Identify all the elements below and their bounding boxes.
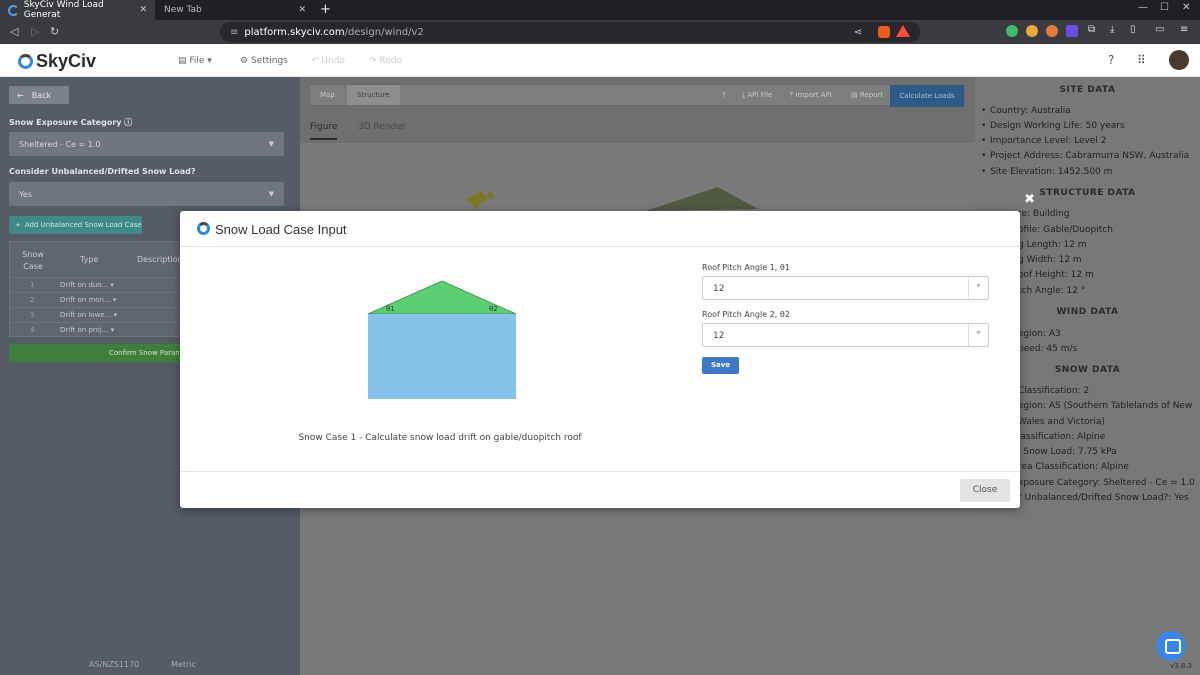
browser-tab-active[interactable]: SkyCiv Wind Load Generat ✕ [0, 0, 155, 20]
extension-a-icon[interactable] [1066, 25, 1078, 37]
tab-title: SkyCiv Wind Load Generat [23, 0, 104, 20]
skyciv-logo[interactable]: SkyCiv [18, 51, 96, 72]
back-icon[interactable]: ◁ [10, 25, 18, 38]
chat-support-icon[interactable] [1156, 631, 1186, 661]
wall-shape [368, 314, 516, 399]
modal-header: Snow Load Case Input [180, 211, 1020, 247]
angle2-value: 12 [713, 331, 725, 341]
apps-grid-icon[interactable]: ⠿ [1137, 53, 1146, 67]
settings-menu[interactable]: ⚙ Settings [240, 56, 288, 66]
angle1-input[interactable]: 12 ° [702, 276, 989, 300]
close-button[interactable]: Close [960, 479, 1010, 502]
undo-label: Undo [321, 56, 345, 66]
snow-load-case-modal: ✖ Snow Load Case Input θ1 θ2 Snow Case 1… [180, 192, 1035, 508]
theta1-label: θ1 [386, 305, 395, 313]
modal-footer: Close [180, 471, 1020, 508]
site-info-icon[interactable]: ≡ [230, 27, 238, 38]
angle1-label: Roof Pitch Angle 1, θ1 [702, 263, 790, 272]
extensions-puzzle-icon[interactable]: ⧉ [1088, 24, 1095, 35]
browser-toolbar: ◁ ▷ ↻ ≡ platform.skyciv.com/design/wind/… [0, 20, 1200, 44]
modal-close-icon[interactable]: ✖ [1024, 192, 1035, 207]
extension-icon[interactable] [1026, 25, 1038, 37]
gable-roof-figure: θ1 θ2 [367, 280, 517, 399]
new-tab-icon[interactable]: + [320, 2, 331, 17]
maximize-icon[interactable]: ☐ [1160, 2, 1169, 13]
theta2-label: θ2 [489, 305, 498, 313]
skyciv-logo-icon [18, 54, 33, 69]
reload-icon[interactable]: ↻ [50, 25, 59, 38]
downloads-icon[interactable]: ⤓ [1110, 24, 1114, 35]
modal-title: Snow Load Case Input [215, 222, 347, 237]
share-icon[interactable]: ⋖ [854, 27, 862, 38]
tab-close-icon[interactable]: ✕ [139, 5, 147, 15]
browser-tab-newtab[interactable]: New Tab ✕ [156, 0, 314, 20]
angle2-input[interactable]: 12 ° [702, 323, 989, 347]
brave-rewards-icon[interactable] [896, 25, 910, 37]
brand-name: SkyCiv [36, 51, 97, 71]
figure-caption: Snow Case 1 - Calculate snow load drift … [298, 433, 582, 443]
angle2-unit: ° [968, 324, 988, 346]
sidebar-icon[interactable]: ▯ [1130, 24, 1136, 35]
forward-icon[interactable]: ▷ [31, 25, 39, 38]
address-bar[interactable]: ≡ platform.skyciv.com/design/wind/v2 ⋖ [220, 22, 920, 42]
file-menu-label: File [189, 56, 205, 66]
minimize-icon[interactable]: — [1138, 2, 1148, 13]
tab-close-icon[interactable]: ✕ [298, 5, 306, 15]
wallet-icon[interactable]: ▭ [1155, 24, 1164, 35]
brave-shield-icon[interactable] [878, 26, 890, 38]
browser-menu-icon[interactable]: ≡ [1180, 24, 1188, 35]
redo-label: Redo [379, 56, 403, 66]
help-icon[interactable]: ? [1108, 53, 1114, 67]
metamask-icon[interactable] [1046, 25, 1058, 37]
browser-tabbar: SkyCiv Wind Load Generat ✕ New Tab ✕ + —… [0, 0, 1200, 20]
window-close-icon[interactable]: ✕ [1182, 2, 1190, 13]
url-path: /design/wind/v2 [344, 26, 424, 38]
file-menu[interactable]: ▤ File ▾ [178, 56, 212, 66]
skyciv-favicon-icon [8, 4, 19, 16]
undo-button[interactable]: ↶ Undo [311, 56, 345, 66]
settings-menu-label: Settings [250, 56, 288, 66]
skyciv-logo-icon [197, 222, 210, 235]
url-host: platform.skyciv.com [244, 26, 345, 38]
app-header: SkyCiv ▤ File ▾ ⚙ Settings ↶ Undo ↷ Redo… [0, 44, 1200, 77]
angle2-label: Roof Pitch Angle 2, θ2 [702, 310, 790, 319]
grammarly-icon[interactable] [1006, 25, 1018, 37]
angle1-unit: ° [968, 277, 988, 299]
angle1-value: 12 [713, 284, 725, 294]
redo-button[interactable]: ↷ Redo [369, 56, 402, 66]
tab-title: New Tab [164, 5, 202, 15]
save-button[interactable]: Save [702, 357, 739, 374]
avatar[interactable] [1169, 50, 1189, 70]
